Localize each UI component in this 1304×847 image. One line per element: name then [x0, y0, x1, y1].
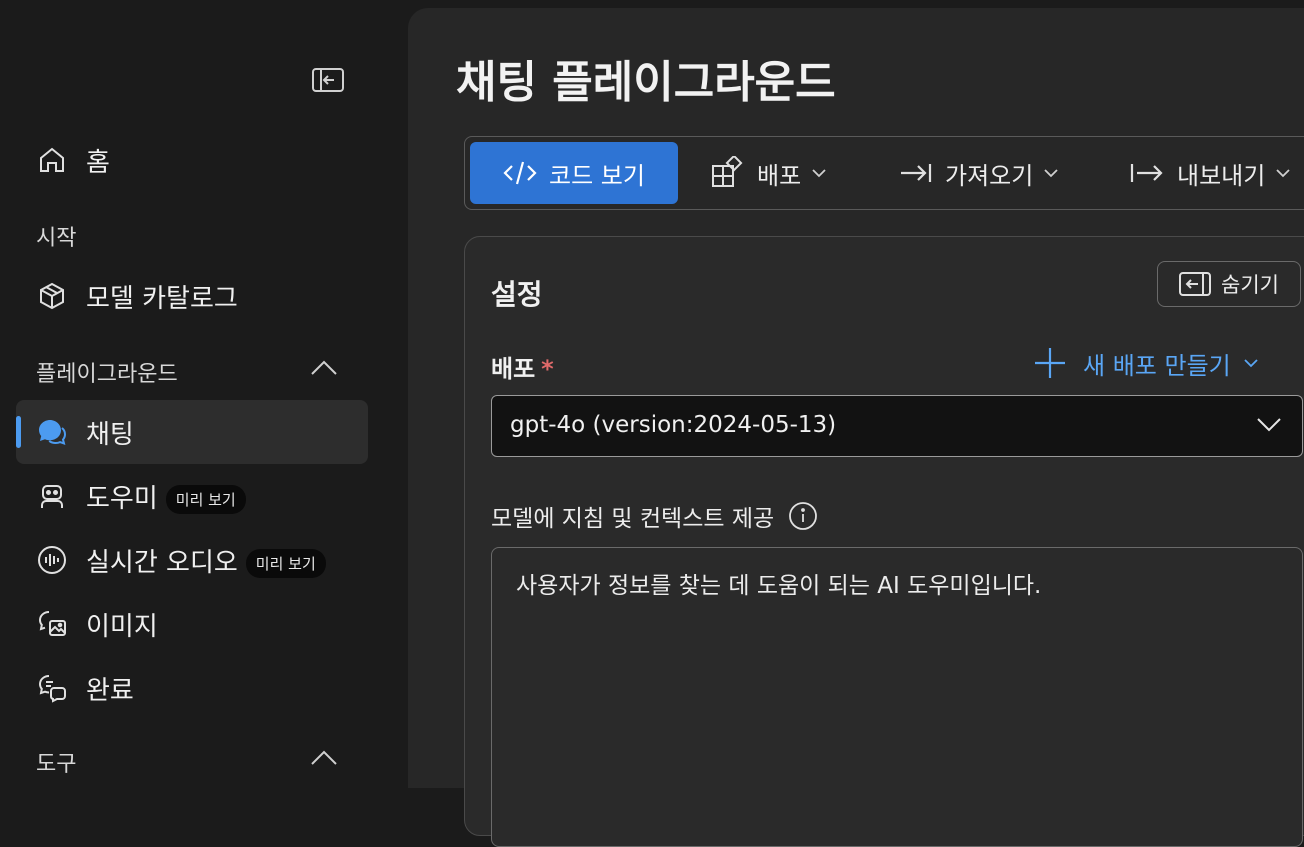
nav-realtime-audio-label: 실시간 오디오 미리 보기 — [86, 542, 326, 579]
deployment-select-value: gpt-4o (version:2024-05-13) — [510, 412, 837, 438]
instructions-text: 사용자가 정보를 찾는 데 도움이 되는 AI 도우미입니다. — [516, 573, 1042, 599]
chevron-down-icon — [1257, 418, 1281, 432]
chevron-up-icon[interactable] — [308, 746, 340, 770]
chevron-down-icon — [1044, 169, 1058, 178]
nav-home[interactable]: 홈 — [16, 128, 368, 192]
deployment-label: 배포 * — [491, 349, 554, 384]
nav-completions[interactable]: 완료 — [16, 656, 368, 720]
deploy-label: 배포 — [757, 161, 802, 190]
chevron-down-icon — [1276, 169, 1290, 178]
preview-badge: 미리 보기 — [245, 548, 326, 578]
deployment-select[interactable]: gpt-4o (version:2024-05-13) — [491, 395, 1303, 457]
deployment-label-text: 배포 — [491, 355, 536, 383]
chevron-down-icon — [812, 169, 826, 178]
toolbar: 코드 보기 배포 가져오기 내보내기 — [464, 136, 1304, 210]
required-mark: * — [541, 355, 554, 383]
view-code-button[interactable]: 코드 보기 — [470, 142, 678, 204]
home-icon — [40, 147, 64, 172]
settings-panel: 설정 숨기기 배포 * 새 배포 만들기 gpt-4o (version:2024… — [464, 236, 1304, 847]
nav-images[interactable]: 이미지 — [16, 592, 368, 656]
chevron-up-icon[interactable] — [308, 356, 340, 380]
chevron-down-icon — [1244, 359, 1258, 368]
info-icon[interactable] — [788, 501, 818, 531]
page-title: 채팅 플레이그라운드 — [456, 57, 836, 108]
export-label: 내보내기 — [1177, 161, 1266, 190]
completion-icon — [38, 675, 66, 703]
apps-icon — [712, 156, 743, 187]
sidebar: 홈 시작 모델 카탈로그 플레이그라운드 채팅 도우미 미리 보기 실시간 오디… — [0, 0, 400, 777]
deploy-button[interactable]: 배포 — [711, 142, 827, 204]
nav-assistants-text: 도우미 — [86, 483, 158, 514]
nav-realtime-audio-text: 실시간 오디오 — [86, 547, 238, 578]
export-icon — [1130, 164, 1163, 182]
image-icon — [38, 611, 66, 636]
nav-model-catalog-label: 모델 카탈로그 — [86, 283, 238, 314]
new-deployment-button[interactable]: 새 배포 만들기 — [1033, 341, 1275, 385]
instructions-label-text: 모델에 지침 및 컨텍스트 제공 — [491, 506, 775, 532]
import-label: 가져오기 — [945, 161, 1034, 190]
view-code-label: 코드 보기 — [549, 161, 645, 190]
nav-home-label: 홈 — [86, 147, 110, 178]
nav-images-label: 이미지 — [86, 611, 158, 642]
nav-chat-label: 채팅 — [86, 419, 134, 450]
settings-title: 설정 — [491, 278, 543, 311]
nav-completions-label: 완료 — [86, 675, 134, 706]
import-icon — [901, 164, 932, 182]
chat-icon — [39, 420, 67, 446]
nav-model-catalog[interactable]: 모델 카탈로그 — [16, 264, 368, 328]
nav-assistants[interactable]: 도우미 미리 보기 — [16, 464, 368, 528]
cube-icon — [40, 282, 64, 310]
main-panel: 채팅 플레이그라운드 코드 보기 배포 가져오기 내보내기 설정 숨기기 배포 … — [408, 8, 1304, 847]
import-button[interactable]: 가져오기 — [899, 142, 1059, 204]
hide-label: 숨기기 — [1221, 273, 1279, 297]
section-start-heading: 시작 — [36, 226, 77, 251]
nav-realtime-audio[interactable]: 실시간 오디오 미리 보기 — [16, 528, 368, 592]
hide-panel-icon — [1179, 272, 1212, 296]
preview-badge: 미리 보기 — [165, 484, 246, 514]
nav-chat[interactable]: 채팅 — [16, 400, 368, 464]
code-icon — [503, 161, 537, 185]
nav-assistants-label: 도우미 미리 보기 — [86, 478, 246, 515]
bot-icon — [41, 485, 63, 508]
plus-icon — [1035, 348, 1065, 378]
audio-icon — [38, 546, 66, 574]
export-button[interactable]: 내보내기 — [1129, 142, 1291, 204]
panel-collapse-icon[interactable] — [310, 64, 346, 96]
new-deployment-label: 새 배포 만들기 — [1083, 351, 1231, 380]
section-playground-heading: 플레이그라운드 — [36, 362, 178, 387]
hide-button[interactable]: 숨기기 — [1157, 261, 1301, 307]
instructions-label: 모델에 지침 및 컨텍스트 제공 — [491, 499, 818, 533]
instructions-textarea[interactable]: 사용자가 정보를 찾는 데 도움이 되는 AI 도우미입니다. — [491, 547, 1303, 847]
section-tools-heading: 도구 — [36, 752, 77, 777]
